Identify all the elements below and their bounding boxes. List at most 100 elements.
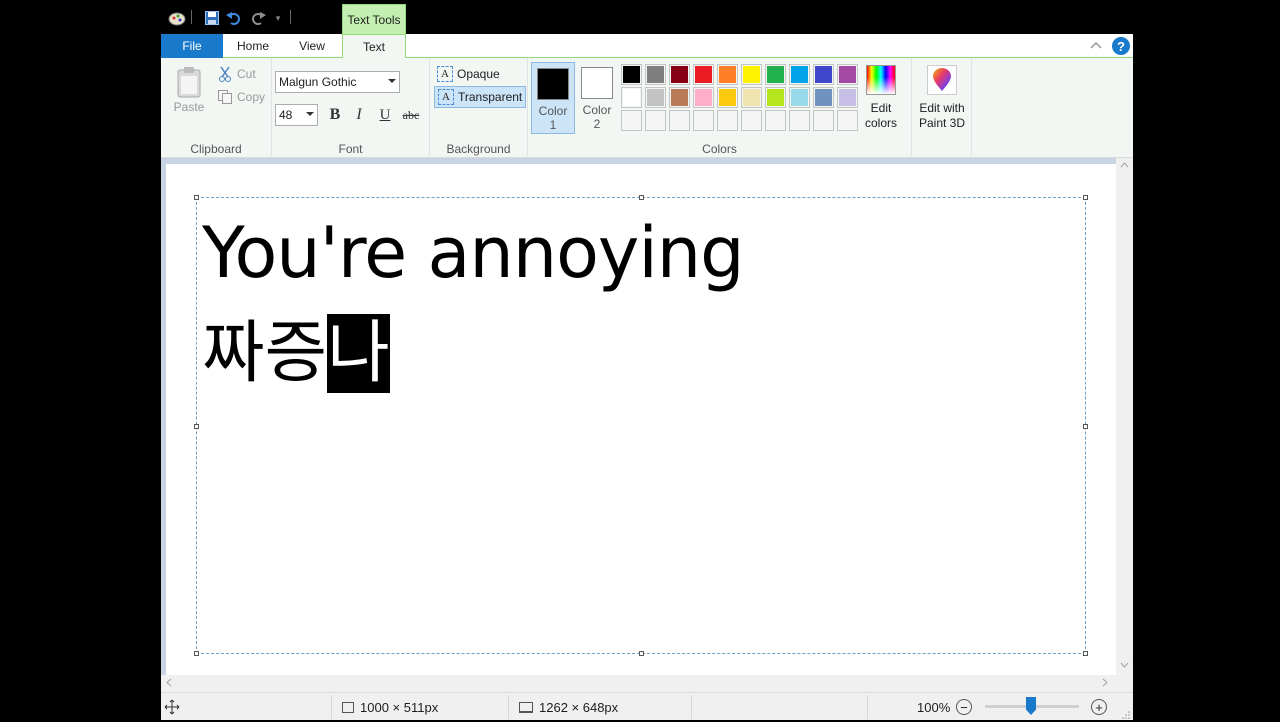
tab-home[interactable]: Home <box>223 34 283 58</box>
palette-swatch[interactable] <box>741 64 762 85</box>
canvas-workspace: You're annoying 짜증나 <box>161 158 1133 675</box>
resize-handle[interactable] <box>1083 424 1088 429</box>
palette-swatch[interactable] <box>789 64 810 85</box>
undo-icon[interactable] <box>225 9 243 27</box>
zoom-level: 100% <box>917 699 951 715</box>
palette-swatch[interactable] <box>669 87 690 108</box>
palette-swatch[interactable] <box>693 87 714 108</box>
swatch-fill <box>743 89 760 106</box>
paste-button[interactable]: Paste <box>171 64 207 114</box>
cut-label: Cut <box>237 67 256 81</box>
swatch-fill <box>791 66 808 83</box>
resize-handle[interactable] <box>1083 651 1088 656</box>
ribbon-tabs: File Home View Text ? <box>161 34 1133 59</box>
tab-file[interactable]: File <box>161 34 223 58</box>
palette-swatch[interactable] <box>789 110 810 131</box>
palette-swatch[interactable] <box>837 64 858 85</box>
edit-colors-button[interactable]: Edit colors <box>861 65 901 131</box>
scroll-left-icon[interactable] <box>166 678 172 690</box>
palette-swatch[interactable] <box>693 110 714 131</box>
palette-swatch[interactable] <box>669 110 690 131</box>
palette-swatch[interactable] <box>621 64 642 85</box>
palette-swatch[interactable] <box>669 64 690 85</box>
paint3d-label-2: Paint 3D <box>918 116 966 130</box>
palette-swatch[interactable] <box>621 87 642 108</box>
palette-swatch[interactable] <box>645 87 666 108</box>
palette-swatch[interactable] <box>621 110 642 131</box>
palette-swatch[interactable] <box>837 110 858 131</box>
palette-swatch[interactable] <box>765 64 786 85</box>
palette-swatch[interactable] <box>765 110 786 131</box>
collapse-ribbon-icon[interactable] <box>1089 38 1103 52</box>
paint3d-group: Edit with Paint 3D <box>912 58 972 158</box>
palette-swatch[interactable] <box>813 110 834 131</box>
edit-colors-label-2: colors <box>864 116 897 130</box>
color2-button[interactable]: Color 2 <box>575 62 619 134</box>
zoom-out-button[interactable]: − <box>956 699 972 715</box>
font-size-select[interactable]: 48 <box>275 104 318 126</box>
canvas-text-selected: 나 <box>327 314 390 393</box>
canvas-text-line-1[interactable]: You're annoying <box>202 208 745 298</box>
edit-with-paint3d-button[interactable]: Edit with Paint 3D <box>914 65 970 131</box>
zoom-slider-thumb[interactable] <box>1026 697 1036 715</box>
color2-swatch <box>581 67 613 99</box>
resize-handle[interactable] <box>1083 195 1088 200</box>
divider <box>867 695 868 719</box>
cut-button[interactable]: Cut <box>217 64 256 84</box>
transparent-button[interactable]: A Transparent <box>434 86 527 108</box>
background-group: A Opaque A Transparent Background <box>430 58 528 158</box>
italic-button[interactable]: I <box>347 104 371 126</box>
canvas-text-normal: 짜증 <box>202 314 328 393</box>
paint-app-icon[interactable] <box>167 9 187 27</box>
zoom-in-button[interactable]: + <box>1091 699 1107 715</box>
resize-handle[interactable] <box>194 424 199 429</box>
drawing-canvas[interactable]: You're annoying 짜증나 <box>166 164 1116 675</box>
palette-swatch[interactable] <box>717 64 738 85</box>
palette-swatch[interactable] <box>741 110 762 131</box>
resize-handle[interactable] <box>194 651 199 656</box>
copy-label: Copy <box>237 90 266 104</box>
swatch-fill <box>791 112 808 129</box>
palette-swatch[interactable] <box>645 110 666 131</box>
palette-swatch[interactable] <box>741 87 762 108</box>
strikethrough-button[interactable]: abc <box>399 104 423 126</box>
tab-text[interactable]: Text <box>342 34 406 59</box>
opaque-button[interactable]: A Opaque <box>434 63 503 85</box>
color1-number: 1 <box>549 118 557 132</box>
palette-swatch[interactable] <box>789 87 810 108</box>
save-icon[interactable] <box>203 9 221 27</box>
customize-toolbar-icon[interactable]: ▾ <box>269 9 287 27</box>
font-family-select[interactable]: Malgun Gothic <box>275 71 400 93</box>
palette-swatch[interactable] <box>813 64 834 85</box>
bold-button[interactable]: B <box>323 104 347 126</box>
tab-view[interactable]: View <box>283 34 341 58</box>
scroll-down-icon[interactable] <box>1120 660 1129 671</box>
vertical-scrollbar[interactable] <box>1116 158 1133 675</box>
palette-swatch[interactable] <box>813 87 834 108</box>
canvas-text-line-2[interactable]: 짜증나 <box>202 294 390 414</box>
palette-swatch[interactable] <box>645 64 666 85</box>
redo-icon[interactable] <box>249 9 267 27</box>
chevron-down-icon <box>388 79 396 83</box>
horizontal-scrollbar[interactable] <box>161 675 1133 692</box>
quick-access-toolbar: ▾ Text Tools <box>161 0 1133 34</box>
palette-swatch[interactable] <box>837 87 858 108</box>
swatch-fill <box>791 89 808 106</box>
scroll-up-icon[interactable] <box>1120 160 1129 171</box>
underline-button[interactable]: U <box>373 104 397 126</box>
divider <box>331 695 332 719</box>
palette-swatch[interactable] <box>765 87 786 108</box>
scroll-right-icon[interactable] <box>1102 678 1108 690</box>
color2-label: Color <box>582 103 612 117</box>
palette-swatch[interactable] <box>717 87 738 108</box>
palette-swatch[interactable] <box>717 110 738 131</box>
resize-handle[interactable] <box>639 651 644 656</box>
copy-button[interactable]: Copy <box>217 87 265 107</box>
palette-swatch[interactable] <box>693 64 714 85</box>
help-icon[interactable]: ? <box>1112 37 1130 55</box>
resize-handle[interactable] <box>639 195 644 200</box>
status-bar: 1000 × 511px 1262 × 648px 100% − + <box>161 692 1133 720</box>
resize-grip-icon[interactable] <box>1122 707 1130 719</box>
resize-handle[interactable] <box>194 195 199 200</box>
color1-button[interactable]: Color 1 <box>531 62 575 134</box>
